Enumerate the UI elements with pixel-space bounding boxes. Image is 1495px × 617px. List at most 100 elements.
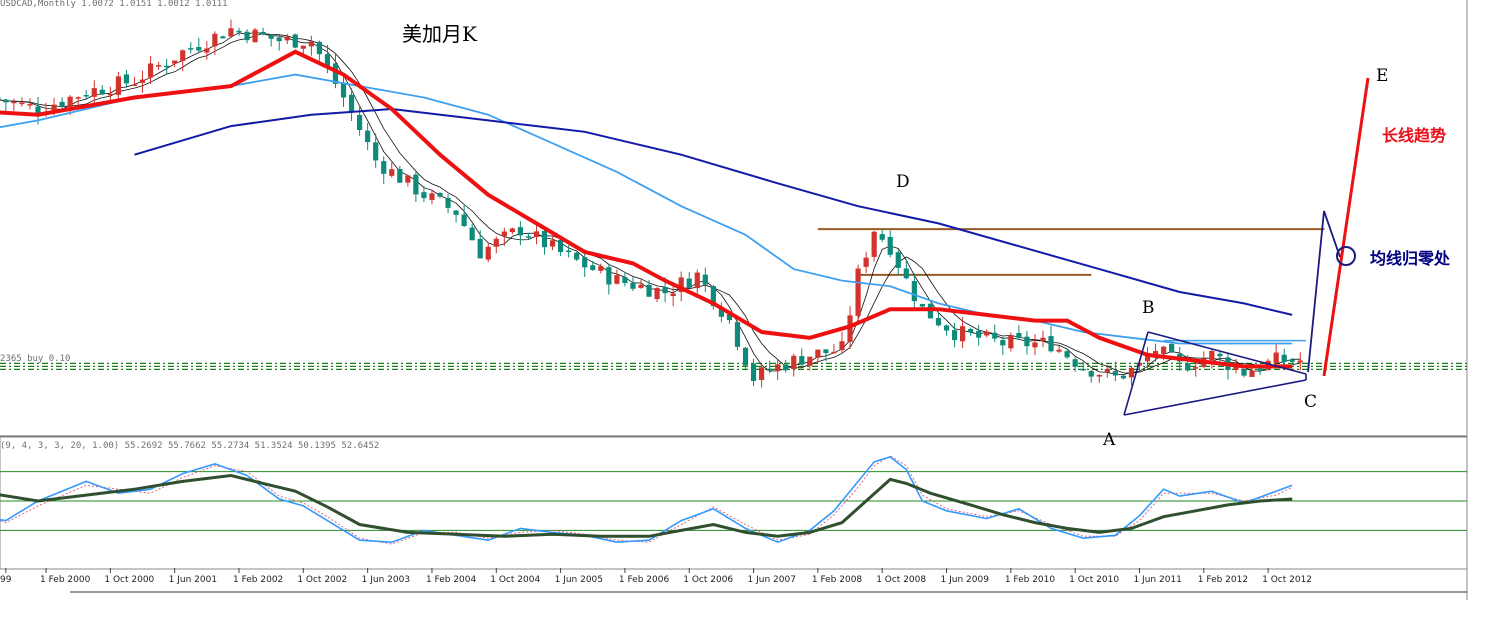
candle-body — [470, 228, 475, 241]
candle-body — [76, 97, 81, 99]
buy-level-label: 2365 buy 0.10 — [0, 354, 70, 364]
candle-body — [799, 356, 804, 364]
candle-body — [341, 83, 346, 98]
candle-body — [1008, 336, 1013, 348]
candle-body — [236, 31, 241, 33]
candle-body — [614, 275, 619, 284]
candle-body — [1241, 369, 1246, 376]
x-tick-label: 1 Feb 2000 — [40, 575, 90, 585]
candle-body — [1032, 342, 1037, 347]
candle-body — [220, 36, 225, 38]
candle-body — [558, 240, 563, 252]
x-tick-label: 1 Oct 2010 — [1069, 575, 1119, 585]
candle-body — [373, 142, 378, 160]
candle-body — [277, 37, 282, 41]
candle-body — [1274, 353, 1279, 364]
candle-body — [518, 227, 523, 235]
candle-body — [944, 325, 949, 330]
candle-body — [1298, 360, 1303, 362]
candle-body — [920, 304, 925, 307]
x-tick-label: 1 Jun 2003 — [362, 575, 410, 585]
candle-body — [542, 231, 547, 247]
candle-body — [759, 367, 764, 380]
candle-body — [204, 48, 209, 52]
candle-body — [638, 285, 643, 288]
candle-body — [695, 273, 700, 289]
candle-body — [365, 131, 370, 142]
ma-dark-blue — [135, 109, 1293, 315]
candle-body — [252, 30, 257, 43]
candle-body — [421, 192, 426, 198]
candle-body — [1000, 340, 1005, 345]
x-tick-label: 1 Feb 2012 — [1198, 575, 1248, 585]
candle-body — [92, 88, 97, 97]
x-tick-label: 1 Feb 2010 — [1005, 575, 1055, 585]
candle-body — [1056, 350, 1061, 352]
x-tick-label: 1 Jun 2005 — [555, 575, 603, 585]
x-tick-label: 1 Feb 2006 — [619, 575, 669, 585]
candle-body — [494, 239, 499, 247]
candle-body — [453, 211, 458, 215]
candle-body — [654, 288, 659, 299]
pattern-line-ac-lower — [1124, 380, 1306, 415]
x-tick-label: 1 Oct 2004 — [490, 575, 540, 585]
candle-body — [1040, 338, 1045, 341]
candle-body — [180, 50, 185, 61]
candle-body — [1169, 344, 1174, 353]
candle-body — [735, 322, 740, 347]
candle-body — [687, 279, 692, 288]
ma-zero-label: 均线归零处 — [1370, 245, 1450, 269]
candle-body — [646, 285, 651, 297]
oscillator-header: (9, 4, 3, 3, 20, 1.00) 55.2692 55.7662 5… — [0, 441, 379, 451]
candle-body — [791, 356, 796, 369]
candle-body — [1081, 369, 1086, 371]
candle-body — [1249, 371, 1254, 377]
candle-body — [261, 32, 266, 34]
candle-body — [671, 293, 676, 296]
candle-body — [582, 257, 587, 267]
candle-body — [976, 331, 981, 338]
candle-body — [502, 232, 507, 237]
candle-body — [807, 357, 812, 366]
candle-body — [751, 364, 756, 381]
x-tick-label: 1 Oct 2000 — [104, 575, 154, 585]
candle-body — [904, 268, 909, 278]
candle-body — [888, 237, 893, 255]
candle-body — [1257, 368, 1262, 371]
candle-body — [526, 236, 531, 238]
candle-body — [1290, 360, 1295, 362]
candle-body — [478, 239, 483, 258]
x-tick-label: 1 Feb 2002 — [233, 575, 283, 585]
candle-body — [309, 41, 314, 46]
candle-body — [60, 102, 65, 106]
candle-body — [212, 34, 217, 47]
osc-slow-line — [0, 476, 1292, 537]
ma-thin-slow — [0, 34, 1300, 374]
x-tick-label: 1 Jun 2007 — [748, 575, 796, 585]
candle-body — [936, 318, 941, 325]
candle-body — [116, 76, 121, 94]
candle-body — [437, 193, 442, 197]
ma-light-blue — [0, 75, 1292, 344]
candle-body — [598, 266, 603, 271]
candle-body — [124, 74, 129, 83]
candle-body — [574, 253, 579, 260]
candle-body — [1185, 363, 1190, 370]
candle-body — [1161, 347, 1166, 354]
candle-body — [349, 95, 354, 113]
candle-body — [912, 281, 917, 301]
candle-body — [301, 46, 306, 49]
candle-body — [1282, 355, 1287, 362]
candle-body — [1145, 356, 1150, 361]
candle-body — [172, 61, 177, 64]
candle-body — [188, 48, 193, 50]
candle-body — [462, 215, 467, 226]
x-tick-label: 99 — [0, 575, 11, 585]
candle-body — [293, 34, 298, 47]
ma-red — [0, 52, 1292, 367]
candle-body — [839, 341, 844, 350]
candle-body — [381, 161, 386, 174]
candle-body — [896, 252, 901, 268]
candle-body — [397, 169, 402, 183]
point-e-label: E — [1376, 66, 1388, 86]
